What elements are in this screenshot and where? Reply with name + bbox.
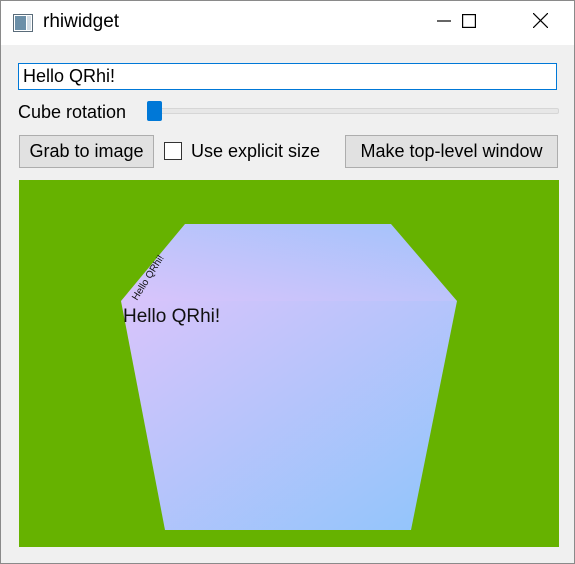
maximize-button[interactable] — [446, 1, 492, 45]
close-button[interactable] — [517, 1, 563, 45]
grab-to-image-button[interactable]: Grab to image — [19, 135, 154, 168]
cube-rotation-slider[interactable] — [148, 108, 559, 114]
use-explicit-size-label: Use explicit size — [191, 141, 321, 161]
cube-rotation-slider-handle[interactable] — [147, 101, 162, 121]
make-top-level-window-button[interactable]: Make top-level window — [345, 135, 558, 168]
window-app-icon — [13, 14, 33, 32]
maximize-icon — [462, 13, 477, 33]
cube-front-face — [121, 301, 457, 530]
rhi-widget-viewport[interactable]: Hello QRhi! Hello QRhi! — [19, 180, 559, 547]
close-icon — [532, 12, 548, 33]
cube-front-text: Hello QRhi! — [123, 306, 220, 327]
cube-rotation-label: Cube rotation — [18, 102, 127, 122]
title-bar[interactable]: rhiwidget — [1, 1, 574, 45]
central-widget: Cube rotation Grab to image Use explicit… — [1, 45, 574, 563]
use-explicit-size-checkbox[interactable] — [164, 142, 182, 160]
window-title: rhiwidget — [43, 11, 120, 32]
app-window: rhiwidget Cube rotation Grab to image Us… — [0, 0, 575, 564]
text-input[interactable] — [18, 63, 557, 90]
